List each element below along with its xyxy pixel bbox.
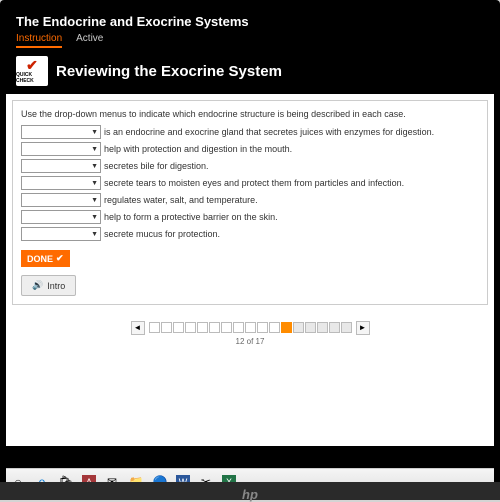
done-button[interactable]: DONE ✔ bbox=[21, 250, 70, 267]
page-box[interactable] bbox=[173, 322, 184, 333]
tab-instruction[interactable]: Instruction bbox=[16, 33, 62, 48]
pager: ◄ ► 12 of 17 bbox=[6, 311, 494, 348]
dropdown-4[interactable]: ▼ bbox=[21, 176, 101, 190]
chevron-down-icon: ▼ bbox=[91, 129, 98, 136]
chevron-down-icon: ▼ bbox=[91, 231, 98, 238]
section-title: Reviewing the Exocrine System bbox=[56, 63, 282, 80]
page-box[interactable] bbox=[329, 322, 340, 333]
page-box[interactable] bbox=[317, 322, 328, 333]
question-row: ▼ secrete tears to moisten eyes and prot… bbox=[21, 176, 479, 190]
dropdown-5[interactable]: ▼ bbox=[21, 193, 101, 207]
question-row: ▼ secrete mucus for protection. bbox=[21, 227, 479, 241]
app-header: The Endocrine and Exocrine Systems Instr… bbox=[6, 6, 494, 52]
tab-active[interactable]: Active bbox=[76, 33, 103, 48]
chevron-down-icon: ▼ bbox=[91, 197, 98, 204]
page-box[interactable] bbox=[269, 322, 280, 333]
section-header: ✔ QUICK CHECK Reviewing the Exocrine Sys… bbox=[6, 52, 494, 94]
question-row: ▼ help to form a protective barrier on t… bbox=[21, 210, 479, 224]
dropdown-1[interactable]: ▼ bbox=[21, 125, 101, 139]
pager-prev[interactable]: ◄ bbox=[131, 321, 145, 335]
instruction-text: Use the drop-down menus to indicate whic… bbox=[21, 109, 479, 119]
question-row: ▼ secretes bile for digestion. bbox=[21, 159, 479, 173]
page-box-current[interactable] bbox=[281, 322, 292, 333]
page-box[interactable] bbox=[257, 322, 268, 333]
question-text: secrete mucus for protection. bbox=[104, 229, 220, 239]
content-panel: Use the drop-down menus to indicate whic… bbox=[12, 100, 488, 305]
check-icon: ✔ bbox=[26, 58, 38, 72]
question-text: secrete tears to moisten eyes and protec… bbox=[104, 178, 404, 188]
app-title: The Endocrine and Exocrine Systems bbox=[16, 14, 484, 29]
question-row: ▼ is an endocrine and exocrine gland tha… bbox=[21, 125, 479, 139]
question-row: ▼ regulates water, salt, and temperature… bbox=[21, 193, 479, 207]
chevron-down-icon: ▼ bbox=[91, 180, 98, 187]
chevron-down-icon: ▼ bbox=[91, 146, 98, 153]
page-box[interactable] bbox=[185, 322, 196, 333]
page-box[interactable] bbox=[293, 322, 304, 333]
page-label: 12 of 17 bbox=[6, 337, 494, 346]
dropdown-3[interactable]: ▼ bbox=[21, 159, 101, 173]
dropdown-2[interactable]: ▼ bbox=[21, 142, 101, 156]
question-row: ▼ help with protection and digestion in … bbox=[21, 142, 479, 156]
page-box[interactable] bbox=[245, 322, 256, 333]
question-text: is an endocrine and exocrine gland that … bbox=[104, 127, 434, 137]
tabs: Instruction Active bbox=[16, 33, 484, 48]
question-text: regulates water, salt, and temperature. bbox=[104, 195, 258, 205]
pager-next[interactable]: ► bbox=[356, 321, 370, 335]
intro-button[interactable]: 🔊 Intro bbox=[21, 275, 76, 296]
quick-check-badge: ✔ QUICK CHECK bbox=[16, 56, 48, 86]
check-icon: ✔ bbox=[56, 253, 64, 264]
page-box[interactable] bbox=[305, 322, 316, 333]
page-box[interactable] bbox=[341, 322, 352, 333]
chevron-down-icon: ▼ bbox=[91, 163, 98, 170]
page-box[interactable] bbox=[221, 322, 232, 333]
speaker-icon: 🔊 bbox=[32, 280, 43, 291]
page-box[interactable] bbox=[233, 322, 244, 333]
page-box[interactable] bbox=[209, 322, 220, 333]
page-box[interactable] bbox=[161, 322, 172, 333]
dropdown-6[interactable]: ▼ bbox=[21, 210, 101, 224]
chevron-down-icon: ▼ bbox=[91, 214, 98, 221]
dropdown-7[interactable]: ▼ bbox=[21, 227, 101, 241]
page-box[interactable] bbox=[149, 322, 160, 333]
question-text: help to form a protective barrier on the… bbox=[104, 212, 278, 222]
page-box[interactable] bbox=[197, 322, 208, 333]
question-text: secretes bile for digestion. bbox=[104, 161, 209, 171]
question-text: help with protection and digestion in th… bbox=[104, 144, 292, 154]
